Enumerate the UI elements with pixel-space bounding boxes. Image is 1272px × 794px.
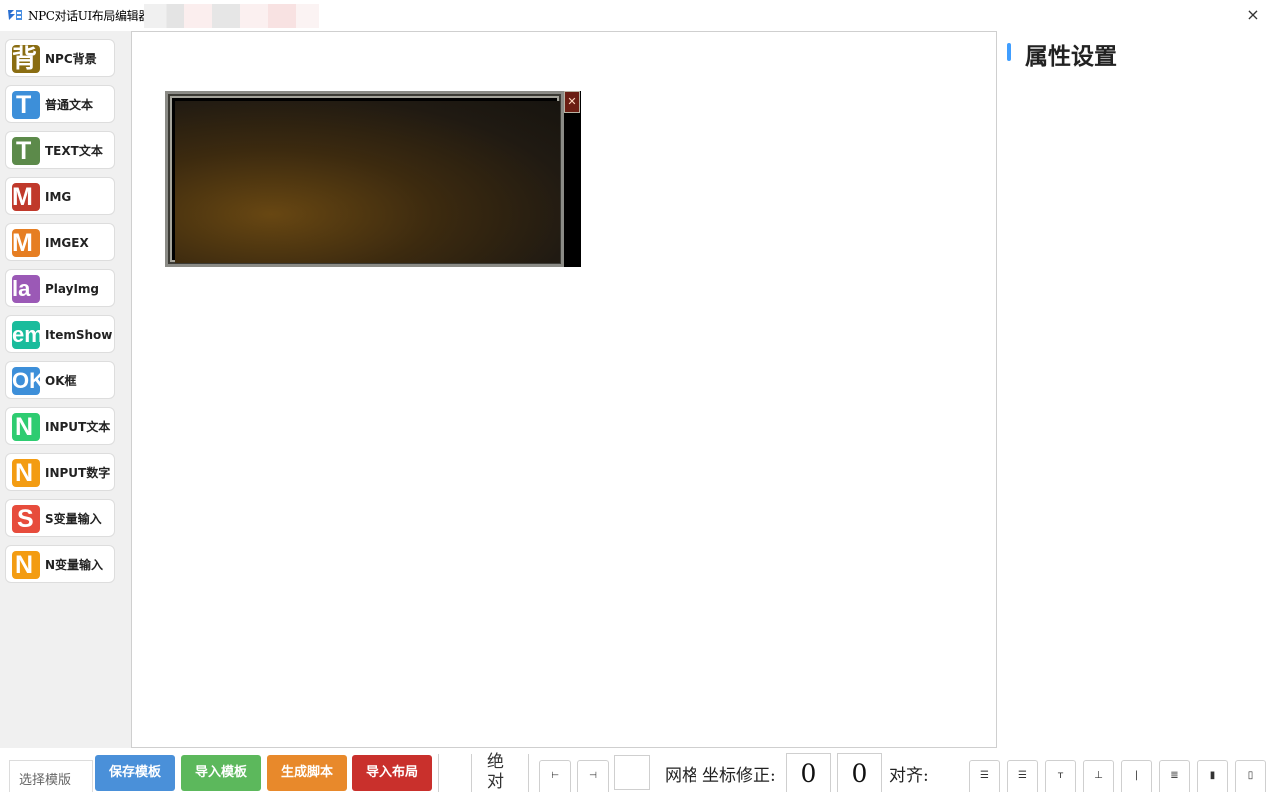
close-window-icon[interactable]: × [1244,6,1262,24]
plain-text-icon: T [12,91,40,119]
tool-label: ItemShow [45,328,113,342]
tool-n-variable-input[interactable]: N N变量输入 [5,545,115,583]
absolute-label: 绝对 [487,752,504,792]
tool-label: IMGEX [45,236,89,250]
bottom-toolbar: 选择模版 保存模板 导入模板 生成脚本 导入布局 绝对 大写 ⊢ ⊣ 网格 坐标… [0,748,1272,792]
save-template-button[interactable]: 保存模板 [95,755,175,791]
tool-ok-box[interactable]: OK OK框 [5,361,115,399]
tool-input-number[interactable]: N INPUT数字 [5,453,115,491]
decrease-button[interactable]: ⊢ [539,760,571,792]
tool-label: 普通文本 [45,98,94,112]
tool-img[interactable]: M IMG [5,177,115,215]
import-layout-button[interactable]: 导入布局 [352,755,432,791]
playimg-icon: la [12,275,40,303]
grid-label: 网格 [665,766,696,786]
tool-label: INPUT文本 [45,420,111,434]
title-bar: NPC对话UI布局编辑器 × [0,0,1272,31]
n-variable-icon: N [12,551,40,579]
properties-title: 属性设置 [1025,44,1117,70]
npc-dialog-texture [175,101,560,263]
img-icon: M [12,183,40,211]
tool-plain-text[interactable]: T 普通文本 [5,85,115,123]
tool-label: IMG [45,190,72,204]
text-icon: T [12,137,40,165]
section-accent-bar [1007,43,1011,61]
component-sidebar: 背 NPC背景 T 普通文本 T TEXT文本 M IMG M IMGEX la… [0,31,131,748]
tool-label: PlayImg [45,282,100,296]
ok-box-icon: OK [12,367,40,395]
npc-background-icon: 背 [12,45,40,73]
same-width-icon[interactable]: ▯ [1235,760,1266,792]
imgex-icon: M [12,229,40,257]
tool-s-variable-input[interactable]: S S变量输入 [5,499,115,537]
npc-close-icon[interactable]: ✕ [564,91,580,113]
toolbar-divider [471,754,472,792]
npc-dialog-background[interactable]: ✕ [165,91,581,267]
align-vertical-center-icon[interactable]: | [1121,760,1152,792]
align-top-icon[interactable]: ᴛ [1045,760,1076,792]
toolbar-divider [438,754,439,792]
redacted-block [144,4,319,28]
distribute-vertical-icon[interactable]: ≣ [1159,760,1190,792]
design-canvas[interactable]: ✕ [131,31,997,748]
coord-y-input[interactable]: 0 [837,753,882,792]
tool-label: TEXT文本 [45,144,103,158]
align-left-icon[interactable]: ☰ [969,760,1000,792]
import-template-button[interactable]: 导入模板 [181,755,261,791]
tool-text[interactable]: T TEXT文本 [5,131,115,169]
toolbar-divider [528,754,529,792]
itemshow-icon: em [12,321,40,349]
tool-label: NPC背景 [45,52,97,66]
window-title: NPC对话UI布局编辑器 [28,9,150,23]
absolute-uppercase-label: 绝对 大写 [487,752,517,792]
input-text-icon: N [12,413,40,441]
increase-button[interactable]: ⊣ [577,760,609,792]
s-variable-icon: S [12,505,40,533]
tool-playimg[interactable]: la PlayImg [5,269,115,307]
generate-script-button[interactable]: 生成脚本 [267,755,347,791]
align-bottom-icon[interactable]: ⊥ [1083,760,1114,792]
app-logo-icon [8,10,22,20]
tool-itemshow[interactable]: em ItemShow [5,315,115,353]
npc-dialog-border [165,91,564,267]
template-select-placeholder: 选择模版 [19,773,72,788]
grid-size-input[interactable] [614,755,650,790]
tool-label: INPUT数字 [45,466,111,480]
tool-label: OK框 [45,374,77,388]
input-number-icon: N [12,459,40,487]
tool-label: S变量输入 [45,512,102,526]
tool-label: N变量输入 [45,558,104,572]
tool-imgex[interactable]: M IMGEX [5,223,115,261]
align-center-icon[interactable]: ☰ [1007,760,1038,792]
tool-input-text[interactable]: N INPUT文本 [5,407,115,445]
coord-fix-label: 坐标修正: [702,766,776,786]
align-label: 对齐: [889,766,929,786]
template-select[interactable]: 选择模版 [9,760,93,792]
same-height-icon[interactable]: ▮ [1197,760,1228,792]
coord-x-input[interactable]: 0 [786,753,831,792]
tool-npc-background[interactable]: 背 NPC背景 [5,39,115,77]
properties-panel: 属性设置 [997,31,1272,748]
